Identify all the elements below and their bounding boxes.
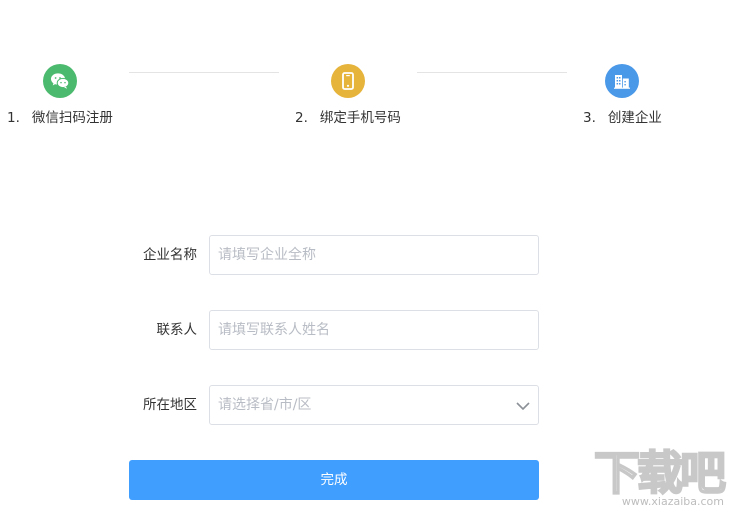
step-3-text: 创建企业: [607, 110, 662, 126]
company-name-label: 企业名称: [143, 247, 197, 263]
step-1-label: 1. 微信扫码注册: [7, 109, 113, 127]
watermark-logo: 下载吧: [593, 446, 727, 500]
company-name-input[interactable]: [209, 235, 539, 275]
region-select-placeholder: 请选择省/市/区: [218, 397, 312, 413]
finish-button[interactable]: 完成: [129, 460, 539, 500]
step-2-label: 2. 绑定手机号码: [295, 109, 401, 127]
mobile-phone-icon: [342, 72, 354, 90]
step-3-number: 3.: [583, 110, 596, 126]
building-icon: [613, 72, 631, 90]
wechat-icon: [50, 72, 70, 90]
step-1-number: 1.: [7, 110, 20, 126]
step-2-text: 绑定手机号码: [319, 110, 401, 126]
step-2-number: 2.: [295, 110, 308, 126]
watermark-url: www.xiazaiba.com: [621, 495, 724, 508]
step-2-icon-circle: [331, 64, 365, 98]
step-connector-1: [129, 72, 279, 73]
chevron-down-icon: [516, 398, 530, 417]
step-1-text: 微信扫码注册: [31, 110, 113, 126]
step-connector-2: [417, 72, 567, 73]
contact-name-input[interactable]: [209, 310, 539, 350]
step-3-icon-circle: [605, 64, 639, 98]
region-select[interactable]: 请选择省/市/区: [209, 385, 539, 425]
step-1-icon-circle: [43, 64, 77, 98]
step-3-label: 3. 创建企业: [583, 109, 662, 127]
contact-label: 联系人: [156, 322, 198, 338]
site-watermark: 下载吧 www.xiazaiba.com: [593, 446, 728, 508]
region-label: 所在地区: [143, 397, 197, 413]
